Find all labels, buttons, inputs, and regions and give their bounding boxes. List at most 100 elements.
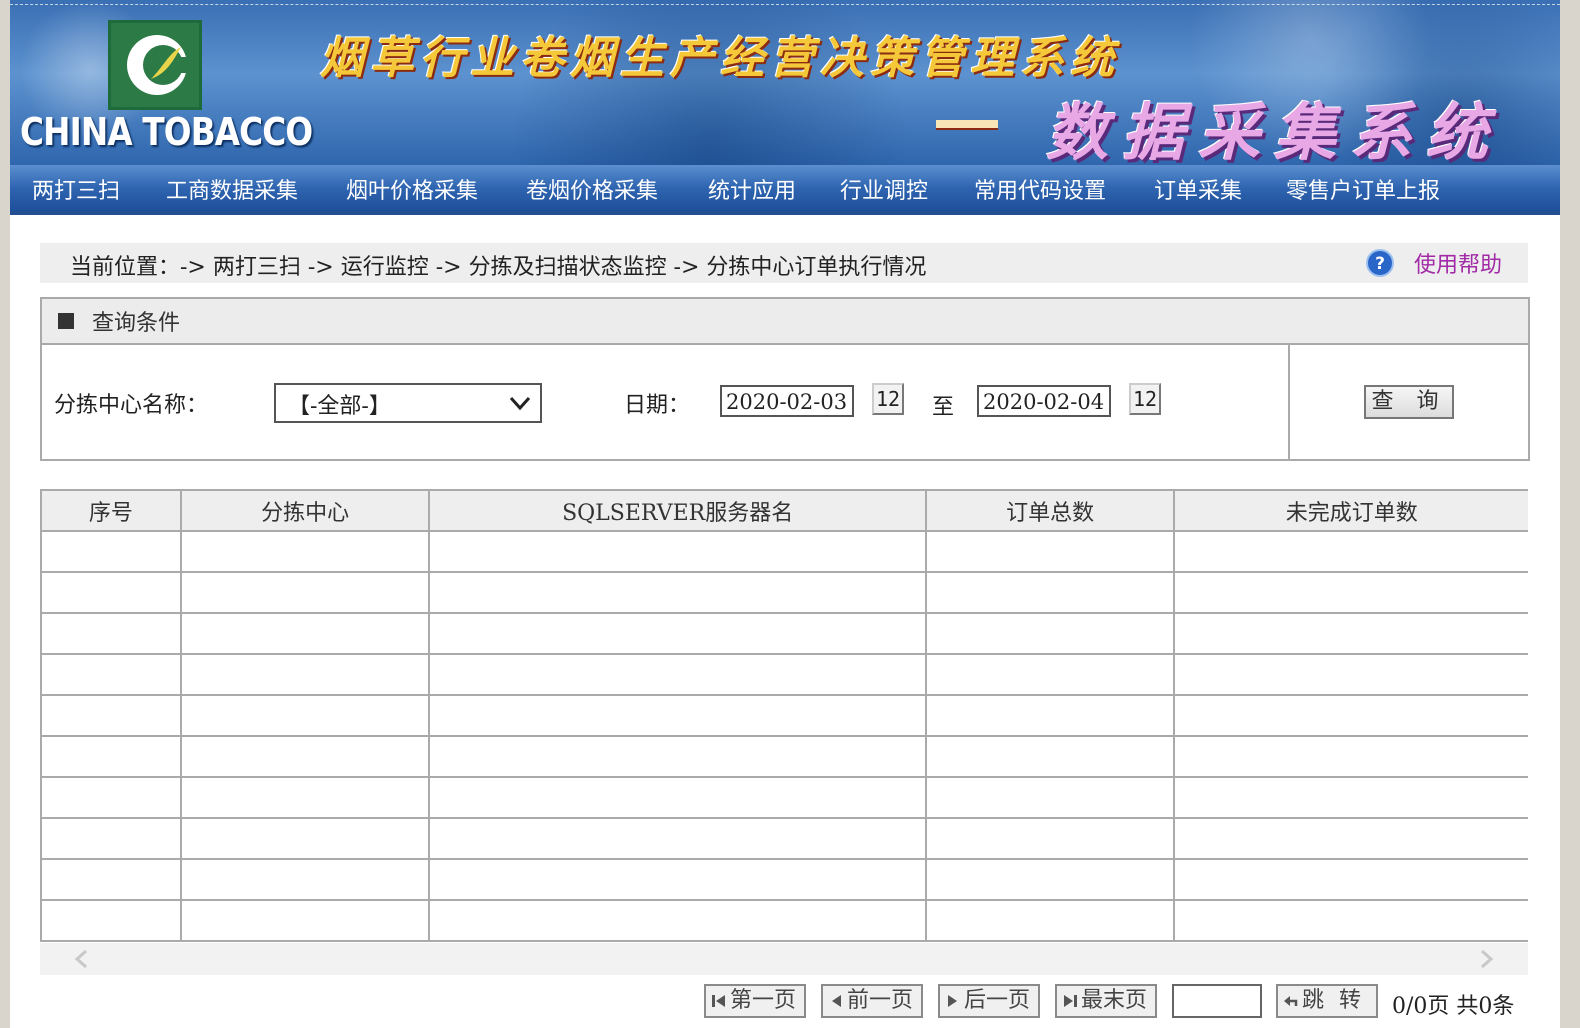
table-cell: [924, 858, 1176, 901]
query-divider: [1288, 345, 1290, 459]
table-cell: [428, 571, 927, 614]
prev-page-icon: [832, 995, 841, 1007]
help-icon[interactable]: ?: [1366, 249, 1394, 277]
col-header-unfinished-orders[interactable]: 未完成订单数: [1173, 489, 1528, 532]
table-row: [40, 694, 1528, 737]
first-page-icon: [712, 995, 725, 1007]
last-page-label: 最末页: [1081, 988, 1148, 1013]
table-cell: [40, 899, 182, 942]
table-cell: [40, 653, 182, 696]
table-cell: [428, 653, 927, 696]
table-cell: [924, 899, 1176, 942]
center-name-label: 分拣中心名称：: [54, 393, 209, 418]
breadcrumb-text: 当前位置：-> 两打三扫 -> 运行监控 -> 分拣及扫描状态监控 -> 分拣中…: [70, 255, 927, 280]
header-banner: CHINA TOBACCO 烟草行业卷烟生产经营决策管理系统 数据采集系统: [10, 0, 1560, 165]
table-cell: [179, 899, 431, 942]
table-cell: [40, 694, 182, 737]
table-cell: [179, 571, 431, 614]
scroll-left-icon[interactable]: [72, 949, 92, 969]
col-header-index[interactable]: 序号: [40, 489, 182, 532]
nav-item-cigarette-price[interactable]: 卷烟价格采集: [526, 173, 658, 205]
table-cell: [179, 858, 431, 901]
query-panel-header: 查询条件: [42, 299, 1528, 345]
table-cell: [179, 694, 431, 737]
table-cell: [179, 612, 431, 655]
table-cell: [179, 530, 431, 573]
table-cell: [1173, 858, 1528, 901]
help-link[interactable]: 使用帮助: [1414, 247, 1502, 279]
nav-item-leaf-price[interactable]: 烟叶价格采集: [346, 173, 478, 205]
table-cell: [428, 735, 927, 778]
next-page-label: 后一页: [964, 988, 1031, 1013]
page-info: 0/0页 共0条: [1392, 994, 1515, 1019]
table-cell: [1173, 530, 1528, 573]
table-cell: [179, 653, 431, 696]
col-header-order-total[interactable]: 订单总数: [924, 489, 1176, 532]
last-page-button[interactable]: 最末页: [1055, 984, 1157, 1018]
table-cell: [924, 694, 1176, 737]
table-row: [40, 612, 1528, 655]
query-panel: 查询条件 分拣中心名称： 【-全部-】 日期： 2020-02-03 12 至 …: [40, 297, 1530, 461]
col-header-sort-center[interactable]: 分拣中心: [179, 489, 431, 532]
table-cell: [1173, 694, 1528, 737]
col-header-sqlserver-name[interactable]: SQLSERVER服务器名: [428, 489, 927, 532]
jump-label: 跳 转: [1302, 988, 1365, 1013]
china-tobacco-logo-icon: [108, 20, 202, 110]
date-from-calendar-button[interactable]: 12: [872, 383, 904, 415]
table-cell: [1173, 612, 1528, 655]
logo-text: CHINA TOBACCO: [20, 110, 313, 154]
date-to-calendar-button[interactable]: 12: [1129, 383, 1161, 415]
table-cell: [428, 530, 927, 573]
nav-item-retail-order-report[interactable]: 零售户订单上报: [1286, 173, 1440, 205]
date-from-input[interactable]: 2020-02-03: [720, 385, 854, 417]
last-page-icon: [1064, 995, 1077, 1007]
table-row: [40, 858, 1528, 901]
chevron-down-icon: [509, 396, 531, 411]
main-nav: 两打三扫 工商数据采集 烟叶价格采集 卷烟价格采集 统计应用 行业调控 常用代码…: [10, 165, 1560, 215]
next-page-button[interactable]: 后一页: [938, 984, 1040, 1018]
svg-text:?: ?: [1375, 254, 1385, 274]
table-cell: [924, 530, 1176, 573]
result-table-wrap: 序号 分拣中心 SQLSERVER服务器名 订单总数 未完成订单数: [40, 489, 1528, 943]
nav-item-industry-control[interactable]: 行业调控: [840, 173, 928, 205]
table-row: [40, 530, 1528, 573]
table-row: [40, 653, 1528, 696]
table-cell: [40, 530, 182, 573]
table-cell: [40, 817, 182, 860]
nav-item-code-settings[interactable]: 常用代码设置: [974, 173, 1106, 205]
table-row: [40, 776, 1528, 819]
date-to-input[interactable]: 2020-02-04: [977, 385, 1111, 417]
table-cell: [428, 694, 927, 737]
jump-return-icon: [1284, 996, 1298, 1006]
table-cell: [924, 571, 1176, 614]
banner-divider: [10, 4, 1560, 5]
next-page-icon: [948, 995, 957, 1007]
first-page-button[interactable]: 第一页: [704, 984, 806, 1018]
nav-item-liangda-sansao[interactable]: 两打三扫: [32, 173, 120, 205]
jump-page-input[interactable]: [1172, 984, 1262, 1018]
nav-item-order-collect[interactable]: 订单采集: [1154, 173, 1242, 205]
table-cell: [924, 612, 1176, 655]
query-panel-title: 查询条件: [92, 311, 181, 336]
table-cell: [428, 817, 927, 860]
result-table: 序号 分拣中心 SQLSERVER服务器名 订单总数 未完成订单数: [40, 489, 1528, 942]
center-select[interactable]: 【-全部-】: [274, 383, 542, 423]
nav-item-statistics[interactable]: 统计应用: [708, 173, 796, 205]
jump-button[interactable]: 跳 转: [1276, 984, 1378, 1018]
table-cell: [428, 776, 927, 819]
horizontal-scrollbar[interactable]: [40, 943, 1528, 975]
query-button[interactable]: 查 询: [1364, 385, 1454, 419]
first-page-label: 第一页: [730, 988, 797, 1013]
system-subtitle: 数据采集系统: [1046, 96, 1503, 165]
table-row: [40, 571, 1528, 614]
scroll-right-icon[interactable]: [1476, 949, 1496, 969]
date-label: 日期：: [624, 393, 691, 418]
table-cell: [40, 612, 182, 655]
prev-page-button[interactable]: 前一页: [821, 984, 923, 1018]
table-cell: [40, 776, 182, 819]
table-cell: [1173, 817, 1528, 860]
table-cell: [924, 653, 1176, 696]
table-cell: [924, 817, 1176, 860]
nav-item-gongshang-data[interactable]: 工商数据采集: [166, 173, 298, 205]
table-cell: [1173, 899, 1528, 942]
